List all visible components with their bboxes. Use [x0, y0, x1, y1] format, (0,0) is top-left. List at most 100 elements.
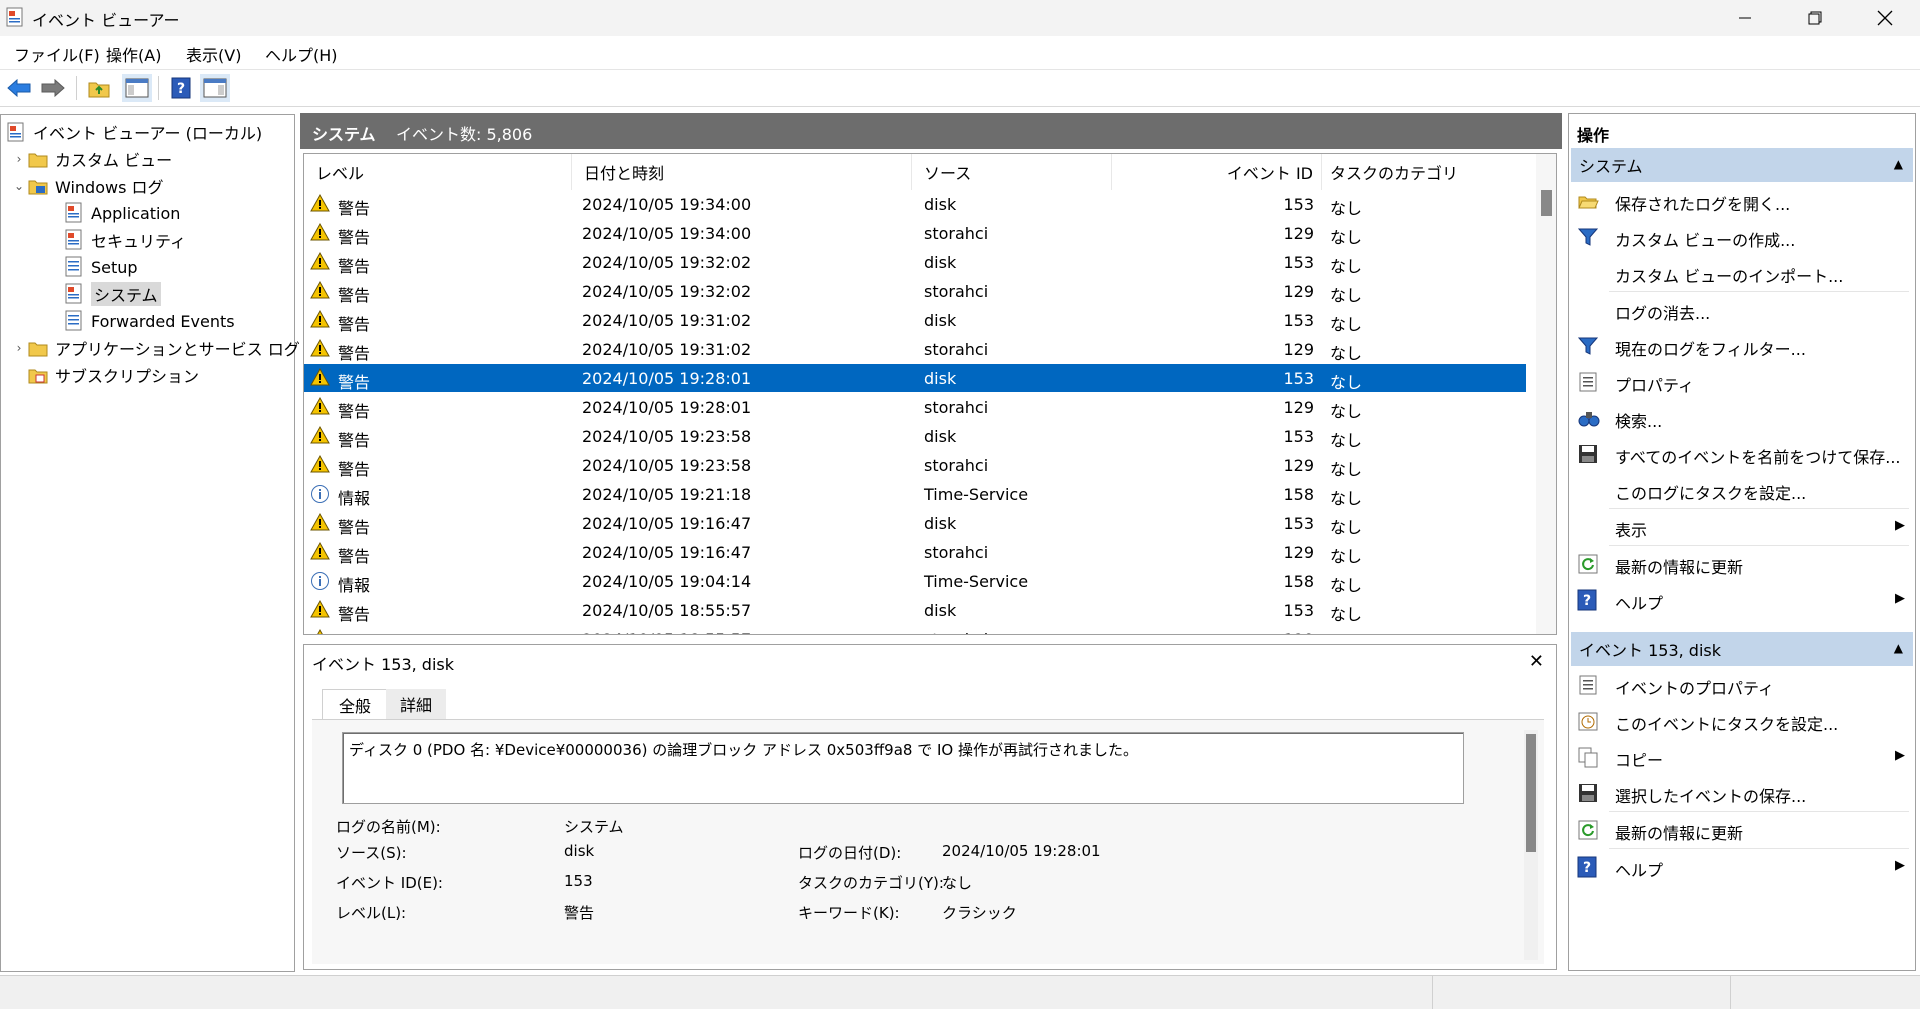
tree-custom-views[interactable]: › カスタム ビュー: [11, 146, 173, 172]
table-row[interactable]: 警告 2024/10/05 19:31:02 disk なし 153: [304, 306, 1526, 334]
col-level[interactable]: レベル: [304, 154, 572, 190]
close-detail-icon[interactable]: ✕: [1529, 651, 1544, 672]
action-item[interactable]: 最新の情報に更新: [1569, 813, 1915, 847]
table-row[interactable]: 警告 2024/10/05 19:16:47 storahci なし 129: [304, 538, 1526, 566]
event-message-box[interactable]: ディスク 0 (PDO 名: ¥Device¥00000036) の論理ブロック…: [342, 732, 1464, 804]
table-row[interactable]: 警告 2024/10/05 19:34:00 disk なし 153: [304, 190, 1526, 218]
table-row[interactable]: 情報 2024/10/05 19:04:14 Time-Service なし 158: [304, 567, 1526, 595]
table-row[interactable]: 情報 2024/10/05 19:21:18 Time-Service なし 158: [304, 480, 1526, 508]
action-item[interactable]: ? ヘルプ ▶: [1569, 850, 1915, 884]
tree-custom-views-label: カスタム ビュー: [55, 151, 173, 170]
forward-button[interactable]: [38, 74, 68, 102]
tree-application[interactable]: Application: [63, 200, 180, 226]
chevron-right-icon[interactable]: ›: [11, 152, 27, 166]
help-button[interactable]: ?: [166, 74, 196, 102]
windows-logs-folder-icon: [28, 180, 48, 195]
window-title: イベント ビューアー: [32, 11, 180, 30]
tree-setup[interactable]: Setup: [63, 254, 138, 280]
refresh-icon: [1577, 819, 1599, 841]
level-cell: 警告: [338, 402, 371, 421]
warning-icon: [310, 512, 330, 535]
tree-windows-logs[interactable]: ⌄ Windows ログ: [11, 173, 164, 199]
minimize-button[interactable]: [1710, 0, 1780, 36]
task-clock-icon: [1577, 710, 1599, 732]
action-item[interactable]: イベントのプロパティ: [1569, 668, 1915, 702]
action-item[interactable]: プロパティ: [1569, 365, 1915, 399]
table-row[interactable]: 警告 2024/10/05 19:23:58 disk なし 153: [304, 422, 1526, 450]
menu-view[interactable]: 表示(V): [186, 42, 241, 66]
table-row[interactable]: 警告 2024/10/05 19:34:00 storahci なし 129: [304, 219, 1526, 247]
tab-general[interactable]: 全般: [322, 689, 388, 720]
submenu-arrow-icon: ▶: [1895, 748, 1905, 763]
menu-action[interactable]: 操作(A): [106, 42, 161, 66]
event-viewer-icon: [6, 7, 23, 27]
action-item[interactable]: このログにタスクを設定...: [1569, 473, 1915, 507]
col-source[interactable]: ソース: [912, 154, 1112, 190]
menu-help[interactable]: ヘルプ(H): [265, 42, 338, 66]
scrollbar-thumb[interactable]: [1541, 190, 1552, 216]
event-id-cell: 153: [1283, 514, 1314, 533]
svg-text:?: ?: [1583, 593, 1591, 609]
table-row[interactable]: 警告 2024/10/05 19:28:01 storahci なし 129: [304, 393, 1526, 421]
tree-forwarded-events[interactable]: Forwarded Events: [63, 308, 235, 334]
action-item[interactable]: 最新の情報に更新: [1569, 547, 1915, 581]
tab-details[interactable]: 詳細: [386, 689, 446, 719]
table-row[interactable]: 警告 2024/10/05 19:28:01 disk なし 153: [304, 364, 1526, 392]
collapse-up-icon[interactable]: ▲: [1894, 641, 1903, 655]
event-list-scrollbar[interactable]: [1536, 154, 1556, 634]
source-cell: Time-Service: [924, 572, 1029, 591]
action-item[interactable]: 表示 ▶: [1569, 510, 1915, 544]
tree-root[interactable]: イベント ビューアー (ローカル): [5, 119, 262, 145]
actions-section-event[interactable]: イベント 153, disk ▲: [1571, 632, 1913, 666]
action-label: コピー: [1615, 751, 1664, 770]
chevron-right-icon[interactable]: ›: [11, 341, 27, 355]
tree-security[interactable]: セキュリティ: [63, 227, 186, 253]
action-item[interactable]: すべてのイベントを名前をつけて保存...: [1569, 437, 1915, 471]
back-button[interactable]: [4, 74, 34, 102]
action-item[interactable]: ログの消去...: [1569, 293, 1915, 327]
action-item[interactable]: カスタム ビューの作成...: [1569, 220, 1915, 254]
event-id-cell: 153: [1283, 253, 1314, 272]
event-id-cell: 158: [1283, 572, 1314, 591]
collapse-up-icon[interactable]: ▲: [1894, 157, 1903, 171]
action-item[interactable]: コピー ▶: [1569, 740, 1915, 774]
table-row[interactable]: 警告 2024/10/05 18:55:57 storahci なし 129: [304, 625, 1526, 634]
action-item[interactable]: 検索...: [1569, 401, 1915, 435]
detail-scrollbar[interactable]: [1524, 730, 1538, 960]
close-icon: [1877, 10, 1893, 26]
warning-icon: [310, 628, 330, 634]
table-row[interactable]: 警告 2024/10/05 19:23:58 storahci なし 129: [304, 451, 1526, 479]
table-row[interactable]: 警告 2024/10/05 19:31:02 storahci なし 129: [304, 335, 1526, 363]
datetime-cell: 2024/10/05 19:28:01: [582, 398, 752, 417]
table-row[interactable]: 警告 2024/10/05 19:32:02 storahci なし 129: [304, 277, 1526, 305]
actions-section-system[interactable]: システム ▲: [1571, 148, 1913, 182]
status-bar: [0, 975, 1920, 1009]
action-item[interactable]: このイベントにタスクを設定...: [1569, 704, 1915, 738]
chevron-down-icon[interactable]: ⌄: [11, 179, 27, 193]
col-task-category[interactable]: タスクのカテゴリ: [1322, 154, 1526, 190]
col-datetime[interactable]: 日付と時刻: [572, 154, 912, 190]
datetime-cell: 2024/10/05 19:16:47: [582, 514, 752, 533]
table-row[interactable]: 警告 2024/10/05 18:55:57 disk なし 153: [304, 596, 1526, 624]
detail-scrollbar-thumb[interactable]: [1526, 734, 1536, 852]
table-row[interactable]: 警告 2024/10/05 19:16:47 disk なし 153: [304, 509, 1526, 537]
tree-system[interactable]: システム: [63, 281, 161, 307]
menu-file[interactable]: ファイル(F): [14, 42, 100, 66]
event-id-cell: 129: [1283, 340, 1314, 359]
table-row[interactable]: 警告 2024/10/05 19:32:02 disk なし 153: [304, 248, 1526, 276]
action-item[interactable]: 保存されたログを開く...: [1569, 184, 1915, 218]
up-folder-button[interactable]: [84, 74, 114, 102]
action-label: 表示: [1615, 521, 1648, 540]
restore-button[interactable]: [1780, 0, 1850, 36]
show-hide-tree-button[interactable]: [122, 74, 152, 102]
tree-app-service-logs[interactable]: › アプリケーションとサービス ログ: [11, 335, 300, 361]
tree-subscriptions[interactable]: サブスクリプション: [27, 362, 199, 388]
action-separator: [1609, 545, 1909, 546]
action-item[interactable]: 選択したイベントの保存...: [1569, 776, 1915, 810]
action-item[interactable]: ? ヘルプ ▶: [1569, 583, 1915, 617]
action-item[interactable]: カスタム ビューのインポート...: [1569, 256, 1915, 290]
col-event-id[interactable]: イベント ID: [1112, 154, 1322, 190]
show-hide-action-pane-button[interactable]: [200, 74, 230, 102]
action-item[interactable]: 現在のログをフィルター...: [1569, 329, 1915, 363]
close-button[interactable]: [1850, 0, 1920, 36]
